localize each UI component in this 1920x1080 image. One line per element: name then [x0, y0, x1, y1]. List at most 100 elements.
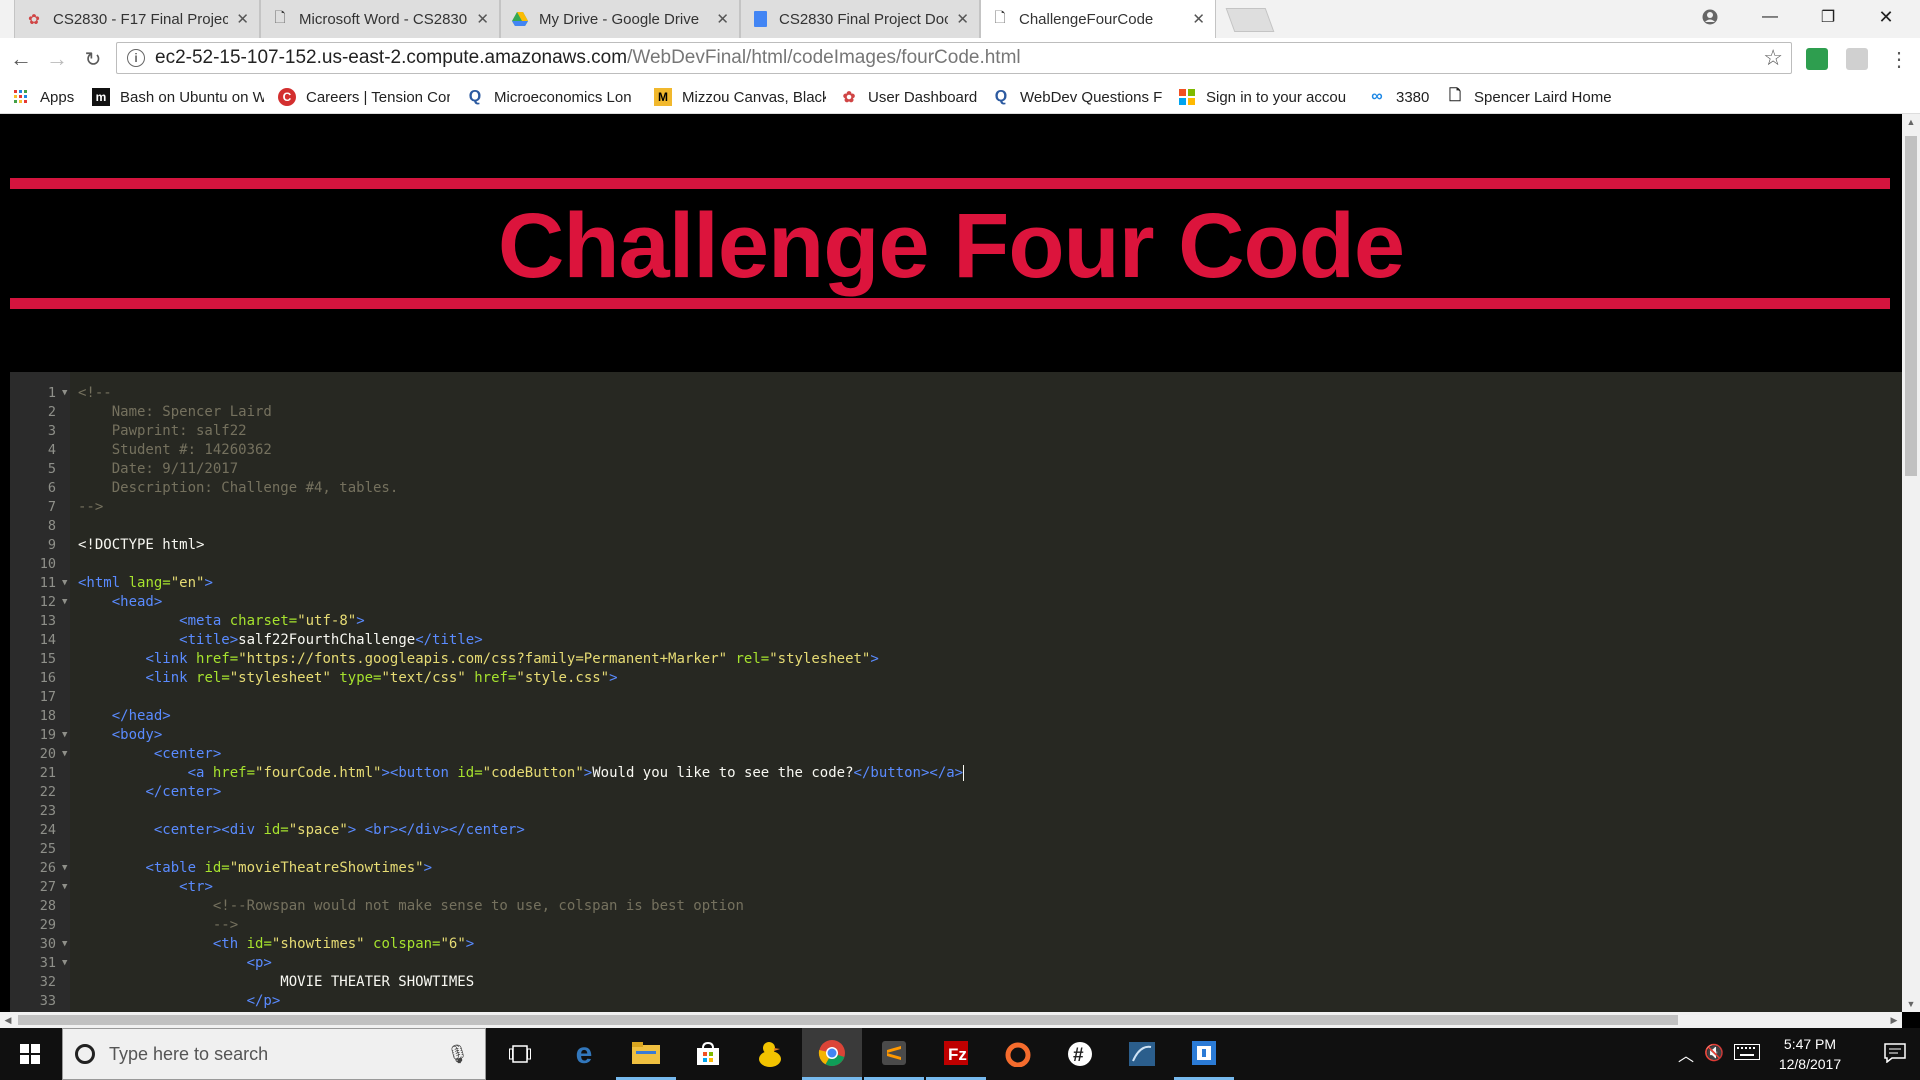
code-line[interactable]: <!--Rowspan would not make sense to use,…	[78, 897, 744, 916]
notifications-icon[interactable]	[1884, 1043, 1906, 1066]
restore-button[interactable]: ❐	[1800, 0, 1856, 34]
code-line[interactable]: <!DOCTYPE html>	[78, 536, 204, 555]
code-line[interactable]: <!--	[78, 384, 112, 403]
code-line[interactable]: Date: 9/11/2017	[78, 460, 238, 479]
microphone-icon[interactable]: 🎙	[446, 1044, 469, 1065]
tab-challenge-four-code[interactable]: 🗋 ChallengeFourCode ✕	[980, 0, 1216, 38]
filezilla-app[interactable]: Fz	[926, 1028, 986, 1080]
bookmark-bash-ubuntu[interactable]: m Bash on Ubuntu on W	[92, 84, 264, 110]
back-button[interactable]: ←	[6, 44, 36, 74]
slack-app[interactable]: #	[1050, 1028, 1110, 1080]
origin-app[interactable]	[988, 1028, 1048, 1080]
code-line[interactable]: <a href="fourCode.html"><button id="code…	[78, 764, 965, 783]
code-line[interactable]: <th id="showtimes" colspan="6">	[78, 935, 474, 954]
vertical-scrollbar[interactable]: ▲ ▼	[1902, 114, 1920, 1012]
code-line[interactable]: Description: Challenge #4, tables.	[78, 479, 399, 498]
hypervisor-app[interactable]	[1174, 1028, 1234, 1080]
duck-app[interactable]	[740, 1028, 800, 1080]
code-line[interactable]: <title>salf22FourthChallenge</title>	[78, 631, 482, 650]
fold-arrow-icon[interactable]: ▼	[62, 745, 67, 764]
code-line[interactable]: -->	[78, 498, 103, 517]
code-line[interactable]: <center>	[78, 745, 221, 764]
code-line[interactable]: MOVIE THEATER SHOWTIMES	[78, 973, 474, 992]
code-line[interactable]: </center>	[78, 783, 221, 802]
tab-google-drive[interactable]: My Drive - Google Drive ✕	[500, 0, 740, 38]
fold-arrow-icon[interactable]: ▼	[62, 859, 67, 878]
bookmark-microeconomics[interactable]: Q Microeconomics Lon	[466, 84, 642, 110]
forward-button[interactable]: →	[42, 44, 72, 74]
tab-cs2830-final[interactable]: ✿ CS2830 - F17 Final Projec ✕	[14, 0, 260, 38]
code-line[interactable]: <p>	[78, 954, 272, 973]
profile-icon[interactable]	[1682, 0, 1738, 34]
fold-arrow-icon[interactable]: ▼	[62, 384, 67, 403]
scroll-left-icon[interactable]: ◀	[0, 1012, 16, 1028]
horizontal-scrollbar[interactable]: ◀ ▶	[0, 1012, 1902, 1028]
speaker-muted-icon[interactable]: 🔇	[1704, 1043, 1724, 1063]
bookmark-spencer-laird-home[interactable]: 🗋 Spencer Laird Home	[1446, 84, 1612, 110]
tab-microsoft-word[interactable]: 🗋 Microsoft Word - CS2830 ✕	[260, 0, 500, 38]
fold-arrow-icon[interactable]: ▼	[62, 593, 67, 612]
store-app[interactable]	[678, 1028, 738, 1080]
scroll-up-icon[interactable]: ▲	[1902, 114, 1920, 130]
reload-button[interactable]: ↻	[78, 44, 108, 74]
fold-arrow-icon[interactable]: ▼	[62, 574, 67, 593]
fold-arrow-icon[interactable]: ▼	[62, 954, 67, 973]
code-line[interactable]: <html lang="en">	[78, 574, 213, 593]
bookmark-sign-in[interactable]: Sign in to your accou	[1178, 84, 1350, 110]
scroll-down-icon[interactable]: ▼	[1902, 996, 1920, 1012]
close-icon[interactable]: ✕	[236, 10, 249, 28]
menu-icon[interactable]: ⋮	[1884, 44, 1914, 74]
clock[interactable]: 5:47 PM 12/8/2017	[1770, 1034, 1850, 1074]
code-line[interactable]: Student #: 14260362	[78, 441, 272, 460]
mysql-workbench-app[interactable]	[1112, 1028, 1172, 1080]
info-icon[interactable]: i	[127, 49, 145, 67]
code-editor[interactable]: 1 ▼ 2 3 4 5 6 7 8 9 10 11 ▼ 12 ▼ 13 14 15 16 17 18 19 ▼ 20 ▼ 21 22…	[10, 372, 1902, 1012]
code-line[interactable]: <link rel="stylesheet" type="text/css" h…	[78, 669, 617, 688]
close-icon[interactable]: ✕	[476, 10, 489, 28]
fold-arrow-icon[interactable]: ▼	[62, 935, 67, 954]
taskbar-search[interactable]: Type here to search 🎙	[62, 1028, 486, 1080]
fold-arrow-icon[interactable]: ▼	[62, 726, 67, 745]
file-explorer-app[interactable]	[616, 1028, 676, 1080]
code-line[interactable]: <meta charset="utf-8">	[78, 612, 364, 631]
close-icon[interactable]: ✕	[716, 10, 729, 28]
scroll-thumb[interactable]	[18, 1015, 1678, 1025]
extension-gray-icon[interactable]	[1846, 48, 1868, 70]
task-view-button[interactable]	[490, 1028, 550, 1080]
code-line[interactable]: -->	[78, 916, 238, 935]
code-line[interactable]: <table id="movieTheatreShowtimes">	[78, 859, 432, 878]
code-line[interactable]: <head>	[78, 593, 163, 612]
code-line[interactable]: </head>	[78, 707, 171, 726]
start-button[interactable]	[0, 1028, 60, 1080]
chrome-app[interactable]	[802, 1028, 862, 1080]
scroll-thumb[interactable]	[1905, 136, 1917, 476]
keyboard-icon[interactable]	[1734, 1044, 1760, 1063]
close-window-button[interactable]: ✕	[1858, 0, 1914, 34]
minimize-button[interactable]: —	[1742, 0, 1798, 34]
code-line[interactable]: </p>	[78, 992, 281, 1011]
chevron-up-icon[interactable]: ︿	[1678, 1042, 1694, 1066]
tab-project-doc[interactable]: CS2830 Final Project Doc ✕	[740, 0, 980, 38]
bookmark-star-icon[interactable]: ☆	[1763, 45, 1783, 71]
bookmark-apps[interactable]: Apps	[12, 84, 82, 110]
bookmark-webdev-questions[interactable]: Q WebDev Questions F	[992, 84, 1162, 110]
code-line[interactable]: <center><div id="space"> <br></div></cen…	[78, 821, 525, 840]
bookmark-user-dashboard[interactable]: ✿ User Dashboard	[840, 84, 980, 110]
bookmark-mizzou-canvas[interactable]: M Mizzou Canvas, Black	[654, 84, 826, 110]
extension-green-icon[interactable]	[1806, 48, 1828, 70]
address-bar[interactable]: i ec2-52-15-107-152.us-east-2.compute.am…	[116, 42, 1792, 74]
code-line[interactable]: <link href="https://fonts.googleapis.com…	[78, 650, 878, 669]
close-icon[interactable]: ✕	[956, 10, 969, 28]
sublime-app[interactable]	[864, 1028, 924, 1080]
code-line[interactable]: Pawprint: salf22	[78, 422, 247, 441]
code-line[interactable]: <tr>	[78, 878, 213, 897]
scroll-right-icon[interactable]: ▶	[1886, 1012, 1902, 1028]
fold-arrow-icon[interactable]: ▼	[62, 878, 67, 897]
bookmark-3380[interactable]: ∞ 3380	[1368, 84, 1444, 110]
bookmark-careers[interactable]: C Careers | Tension Cor	[278, 84, 450, 110]
code-line[interactable]: <body>	[78, 726, 163, 745]
close-icon[interactable]: ✕	[1192, 10, 1205, 28]
edge-app[interactable]: e	[554, 1028, 614, 1080]
new-tab-button[interactable]	[1225, 8, 1275, 32]
code-line[interactable]: Name: Spencer Laird	[78, 403, 272, 422]
